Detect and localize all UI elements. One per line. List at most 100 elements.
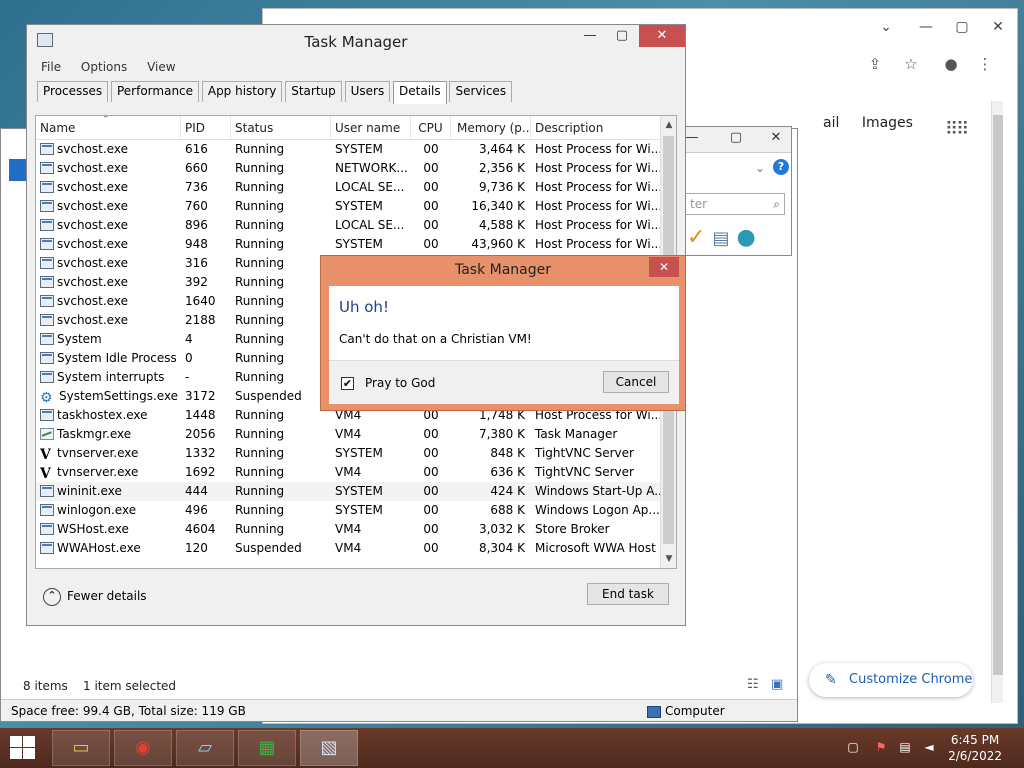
column-memory[interactable]: Memory (p... — [451, 116, 531, 139]
cell-pid: 948 — [181, 235, 231, 254]
scroll-up-icon[interactable]: ▲ — [661, 120, 676, 130]
table-row[interactable]: wininit.exe 444 Running SYSTEM 00 424 K Window… — [36, 482, 676, 501]
chrome-scrollbar[interactable] — [991, 101, 1003, 703]
cell-mem: 424 K — [451, 482, 531, 501]
bookmark-star-icon[interactable]: ☆ — [899, 53, 923, 75]
cell-pid: 316 — [181, 254, 231, 273]
table-row[interactable]: WWAHost.exe 120 Suspended VM4 00 8,304 K Micro… — [36, 539, 676, 558]
close-icon[interactable]: ✕ — [975, 15, 1021, 39]
search-field[interactable]: ter ⌕ — [685, 193, 785, 215]
gmail-link[interactable]: ail — [823, 115, 839, 131]
cell-cpu-text: 00 — [423, 522, 439, 536]
column-description[interactable]: Description — [531, 116, 661, 139]
tab-services[interactable]: Services — [449, 81, 513, 102]
chrome-taskbar-icon[interactable]: ◉ — [114, 730, 172, 766]
cell-pid: 0 — [181, 349, 231, 368]
show-desktop-icon[interactable]: ▢ — [846, 740, 860, 754]
cell-desc: Store Broker — [531, 520, 661, 539]
file-explorer-taskbar-icon[interactable]: ▭ — [52, 730, 110, 766]
profile-icon[interactable]: ● — [939, 53, 963, 75]
close-icon[interactable]: ✕ — [649, 257, 679, 277]
table-row[interactable]: svchost.exe 760 Running SYSTEM 00 16,340 K Hos… — [36, 197, 676, 216]
images-link[interactable]: Images — [862, 115, 913, 131]
table-row[interactable]: Vtvnserver.exe 1692 Running VM4 00 636 K Tight… — [36, 463, 676, 482]
dialog-title: Task Manager — [454, 262, 552, 278]
tab-processes[interactable]: Processes — [37, 81, 109, 102]
cell-name-text: Taskmgr.exe — [57, 427, 132, 441]
table-row[interactable]: svchost.exe 948 Running SYSTEM 00 43,960 K Hos… — [36, 235, 676, 254]
large-icons-view-icon[interactable]: ▣ — [771, 677, 783, 692]
table-row[interactable]: WSHost.exe 4604 Running VM4 00 3,032 K Store B… — [36, 520, 676, 539]
cell-name-text: taskhostex.exe — [57, 408, 148, 422]
cell-cpu: 00 — [411, 216, 451, 235]
cell-pid-text: 760 — [185, 199, 208, 213]
end-task-button[interactable]: End task — [587, 583, 669, 605]
cell-status-text: Running — [235, 161, 285, 175]
chevron-down-icon[interactable]: ⌄ — [755, 161, 765, 175]
email-icon[interactable]: ▤ — [712, 228, 729, 249]
cancel-button[interactable]: Cancel — [603, 371, 669, 393]
menu-options[interactable]: Options — [73, 57, 135, 77]
column-user-name[interactable]: User name — [331, 116, 411, 139]
pray-checkbox[interactable]: ✔ — [341, 377, 354, 390]
column-cpu[interactable]: CPU — [411, 116, 451, 139]
tab-details[interactable]: Details — [393, 81, 447, 104]
column-pid[interactable]: PID — [181, 116, 231, 139]
cell-pid: 1332 — [181, 444, 231, 463]
minimize-icon[interactable]: — — [575, 25, 605, 47]
tab-users[interactable]: Users — [344, 81, 391, 102]
share-icon[interactable]: ⇪ — [863, 53, 887, 75]
action-center-flag-icon[interactable]: ⚑ — [874, 740, 888, 754]
tab-performance[interactable]: Performance — [110, 81, 200, 102]
cell-user-text: SYSTEM — [335, 142, 383, 156]
tab-startup[interactable]: Startup — [285, 81, 342, 102]
tab-app-history[interactable]: App history — [201, 81, 283, 102]
details-view-icon[interactable]: ☷ — [747, 677, 759, 692]
cell-pid: 736 — [181, 178, 231, 197]
table-row[interactable]: svchost.exe 736 Running LOCAL SE... 00 9,736 … — [36, 178, 676, 197]
cell-name-text: WWAHost.exe — [57, 541, 141, 555]
cell-status: Running — [231, 406, 331, 425]
scroll-down-icon[interactable]: ▼ — [661, 554, 676, 564]
fewer-details-button[interactable]: ⌃ Fewer details — [43, 587, 147, 606]
close-icon[interactable]: ✕ — [639, 25, 685, 47]
volume-muted-icon[interactable]: ◄ — [922, 740, 936, 754]
chrome-scroll-thumb[interactable] — [993, 115, 1003, 675]
cell-cpu-text: 00 — [423, 161, 439, 175]
cell-user: VM4 — [331, 425, 411, 444]
column-name[interactable]: Name ⌃ — [36, 116, 181, 139]
close-icon[interactable]: ✕ — [761, 127, 791, 149]
cell-user-text: LOCAL SE... — [335, 218, 405, 232]
column-status[interactable]: Status — [231, 116, 331, 139]
help-icon[interactable]: ? — [773, 159, 789, 175]
network-icon[interactable]: ▤ — [898, 740, 912, 754]
dialog-body: Uh oh! Can't do that on a Christian VM! … — [329, 286, 679, 404]
more-menu-icon[interactable]: ⋮ — [973, 53, 997, 75]
apps-grid-icon[interactable]: ⠿⠿ — [945, 119, 969, 140]
menu-file[interactable]: File — [33, 57, 69, 77]
table-row[interactable]: Taskmgr.exe 2056 Running VM4 00 7,380 K Task M… — [36, 425, 676, 444]
cell-name: svchost.exe — [36, 216, 181, 235]
process-icon — [40, 409, 54, 421]
table-row[interactable]: svchost.exe 616 Running SYSTEM 00 3,464 K Host… — [36, 140, 676, 159]
table-row[interactable]: svchost.exe 660 Running NETWORK... 00 2,356 K… — [36, 159, 676, 178]
store-taskbar-icon[interactable]: ▦ — [238, 730, 296, 766]
table-row[interactable]: Vtvnserver.exe 1332 Running SYSTEM 00 848 K Ti… — [36, 444, 676, 463]
maximize-icon[interactable]: ▢ — [607, 25, 637, 47]
checkmark-icon[interactable]: ✓ — [687, 225, 705, 250]
table-row[interactable]: svchost.exe 896 Running LOCAL SE... 00 4,588 … — [36, 216, 676, 235]
cell-cpu: 00 — [411, 539, 451, 558]
customize-chrome-button[interactable]: ✎ Customize Chrome — [809, 663, 973, 697]
cell-desc-text: TightVNC Server — [535, 465, 634, 479]
cell-user-text: LOCAL SE... — [335, 180, 405, 194]
task-manager-taskbar-icon[interactable]: ▧ — [300, 730, 358, 766]
shell-icon[interactable]: ● — [736, 225, 755, 250]
start-button[interactable] — [10, 736, 36, 760]
clock[interactable]: 6:45 PM 2/6/2022 — [948, 732, 1002, 764]
menu-view[interactable]: View — [139, 57, 183, 77]
notepad-taskbar-icon[interactable]: ▱ — [176, 730, 234, 766]
table-row[interactable]: winlogon.exe 496 Running SYSTEM 00 688 K Windo… — [36, 501, 676, 520]
cell-pid-text: 948 — [185, 237, 208, 251]
process-icon — [40, 162, 54, 174]
maximize-icon[interactable]: ▢ — [721, 127, 751, 149]
